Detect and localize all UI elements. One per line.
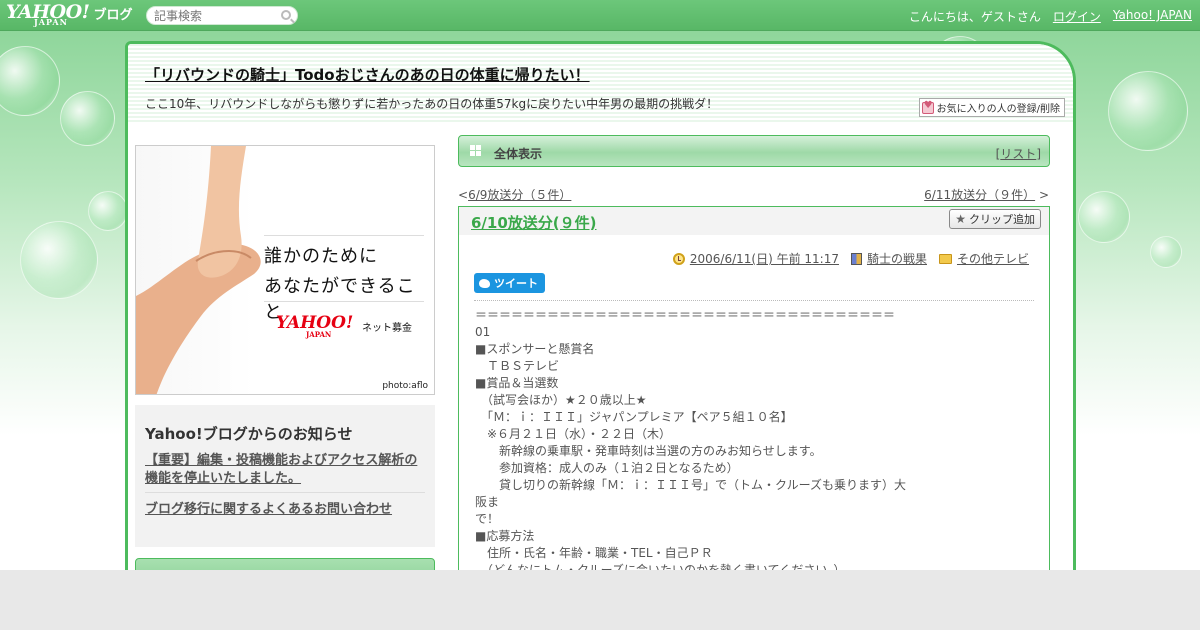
body-line: 貸し切りの新幹線「Ｍ：ｉ：ＩＩＩ号」で（トム・クルーズも乗ります）大 xyxy=(475,478,907,492)
banner-headline-1: 誰かのために xyxy=(264,246,378,267)
body-line: ＴＢＳテレビ xyxy=(475,359,560,373)
yahoo-logo-text: YAHOO! JAPAN xyxy=(6,1,90,28)
body-line: 阪ま xyxy=(475,495,500,509)
tweet-label: ツイート xyxy=(494,277,538,290)
footer-band xyxy=(0,570,1200,630)
article-date-link[interactable]: 2006/6/11(日) 午前 11:17 xyxy=(690,250,839,267)
notice-link[interactable]: 【重要】編集・投稿機能およびアクセス解析の機能を停止いたしました。 xyxy=(145,452,429,488)
article-meta: 2006/6/11(日) 午前 11:17 騎士の戦果 その他テレビ xyxy=(672,250,1029,267)
body-line: （試写会ほか）★２０歳以上★ xyxy=(475,393,647,407)
helping-hands-image xyxy=(136,146,261,394)
bubble-decoration xyxy=(60,91,115,146)
heart-icon xyxy=(921,100,934,114)
body-line: で！ xyxy=(475,512,500,526)
star-icon: ★ xyxy=(955,212,966,226)
blog-notice-box: Yahoo!ブログからのお知らせ 【重要】編集・投稿機能およびアクセス解析の機能… xyxy=(135,405,435,547)
greeting-text: こんにちは、ゲストさん xyxy=(908,10,1041,24)
bubble-decoration xyxy=(1078,191,1130,243)
body-line: ※６月２１日（水）・２２日（木） xyxy=(475,427,672,441)
banner-rule xyxy=(264,301,424,302)
article-title[interactable]: 6/10放送分(９件) xyxy=(471,212,597,233)
folder-icon xyxy=(938,253,952,264)
bubble-decoration xyxy=(88,191,128,231)
clip-add-button[interactable]: ★ クリップ追加 xyxy=(949,209,1041,229)
body-line: ■スポンサーと懸賞名 xyxy=(475,342,595,356)
blog-title[interactable]: 「リバウンドの騎士」Todoおじさんのあの日の体重に帰りたい！ xyxy=(145,64,590,85)
body-line: 「Ｍ：ｉ：ＩＩＩ」ジャパンプレミア【ペア５組１０名】 xyxy=(475,410,793,424)
body-line: 参加資格：成人のみ（１泊２日となるため） xyxy=(475,461,739,475)
article-category-link[interactable]: 騎士の戦果 xyxy=(867,250,927,267)
banner-rule xyxy=(264,235,424,236)
article-body: ＝＝＝＝＝＝＝＝＝＝＝＝＝＝＝＝＝＝＝＝＝＝＝＝＝＝＝＝＝＝＝＝＝＝＝ 01 ■… xyxy=(475,307,915,579)
view-all-label[interactable]: 全体表示 xyxy=(494,145,542,162)
body-line: ■応募方法 xyxy=(475,529,535,543)
list-view-toggle: [リスト] xyxy=(995,147,1041,161)
blog-frame: 「リバウンドの騎士」Todoおじさんのあの日の体重に帰りたい！ ここ10年、リバ… xyxy=(125,41,1076,601)
notice-divider xyxy=(145,492,425,493)
charity-banner[interactable]: 誰かのために あなたができること YAHOO! JAPAN ネット募金 photo… xyxy=(135,145,435,395)
yahoo-japan-link[interactable]: Yahoo! JAPAN xyxy=(1113,8,1192,25)
pager-next: 6/11放送分（９件） > xyxy=(924,188,1049,202)
grid-icon xyxy=(470,145,481,156)
search-icon[interactable] xyxy=(281,10,291,20)
favorite-register-label: お気に入りの人の登録/削除 xyxy=(936,104,1060,115)
next-article-link[interactable]: 6/11放送分（９件） xyxy=(924,188,1035,202)
twitter-bird-icon xyxy=(479,278,490,288)
pager-prev: <6/9放送分（５件） xyxy=(458,188,572,202)
body-line: ＝＝＝＝＝＝＝＝＝＝＝＝＝＝＝＝＝＝＝＝＝＝＝＝＝＝＝＝＝＝＝＝＝＝＝ xyxy=(475,308,896,322)
search-box xyxy=(146,6,298,25)
top-bar: YAHOO!JAPAN ブログ こんにちは、ゲストさん ログイン Yahoo! … xyxy=(0,0,1200,31)
clock-icon xyxy=(672,252,685,265)
photo-credit: photo:aflo xyxy=(382,381,428,391)
search-input[interactable] xyxy=(154,7,278,24)
article-folder-link[interactable]: その他テレビ xyxy=(957,250,1029,267)
favorite-register-button[interactable]: お気に入りの人の登録/削除 xyxy=(918,98,1065,117)
list-view-link[interactable]: リスト xyxy=(1000,147,1036,161)
body-line: 01 xyxy=(475,325,491,339)
clip-add-label: クリップ追加 xyxy=(969,213,1035,226)
article-header: 6/10放送分(９件) ★ クリップ追加 xyxy=(459,207,1049,235)
bubble-decoration xyxy=(1150,236,1182,268)
body-line: 新幹線の乗車駅・発車時刻は当選の方のみお知らせします。 xyxy=(475,444,822,458)
body-line: 住所・氏名・年齢・職業・TEL・自己ＰＲ xyxy=(475,546,713,560)
book-icon xyxy=(850,252,862,265)
view-mode-bar: 全体表示 [リスト] xyxy=(458,135,1050,167)
notice-link[interactable]: ブログ移行に関するよくあるお問い合わせ xyxy=(145,498,392,517)
yahoo-blog-logo[interactable]: YAHOO! JAPAN ブログ xyxy=(6,1,133,28)
tweet-button[interactable]: ツイート xyxy=(474,273,545,293)
blog-header: 「リバウンドの騎士」Todoおじさんのあの日の体重に帰りたい！ ここ10年、リバ… xyxy=(128,44,1073,124)
bubble-decoration xyxy=(0,46,60,116)
article-divider xyxy=(474,300,1034,301)
yahoo-japan-logo: YAHOO! JAPAN xyxy=(276,313,354,339)
blog-logo-text: ブログ xyxy=(93,8,133,23)
blog-description: ここ10年、リバウンドしながらも懲りずに若かったあの日の体重57kgに戻りたい中… xyxy=(145,97,719,111)
bubble-decoration xyxy=(20,221,98,299)
prev-article-link[interactable]: 6/9放送分（５件） xyxy=(468,188,571,202)
login-link[interactable]: ログイン xyxy=(1053,8,1101,25)
notice-title: Yahoo!ブログからのお知らせ xyxy=(145,425,353,443)
net-donation-label: ネット募金 xyxy=(362,323,412,334)
article: 6/10放送分(９件) ★ クリップ追加 2006/6/11(日) 午前 11:… xyxy=(458,206,1050,598)
body-line: ■賞品＆当選数 xyxy=(475,376,559,390)
user-nav: こんにちは、ゲストさん ログイン Yahoo! JAPAN xyxy=(909,8,1192,25)
bubble-decoration xyxy=(1108,71,1188,151)
